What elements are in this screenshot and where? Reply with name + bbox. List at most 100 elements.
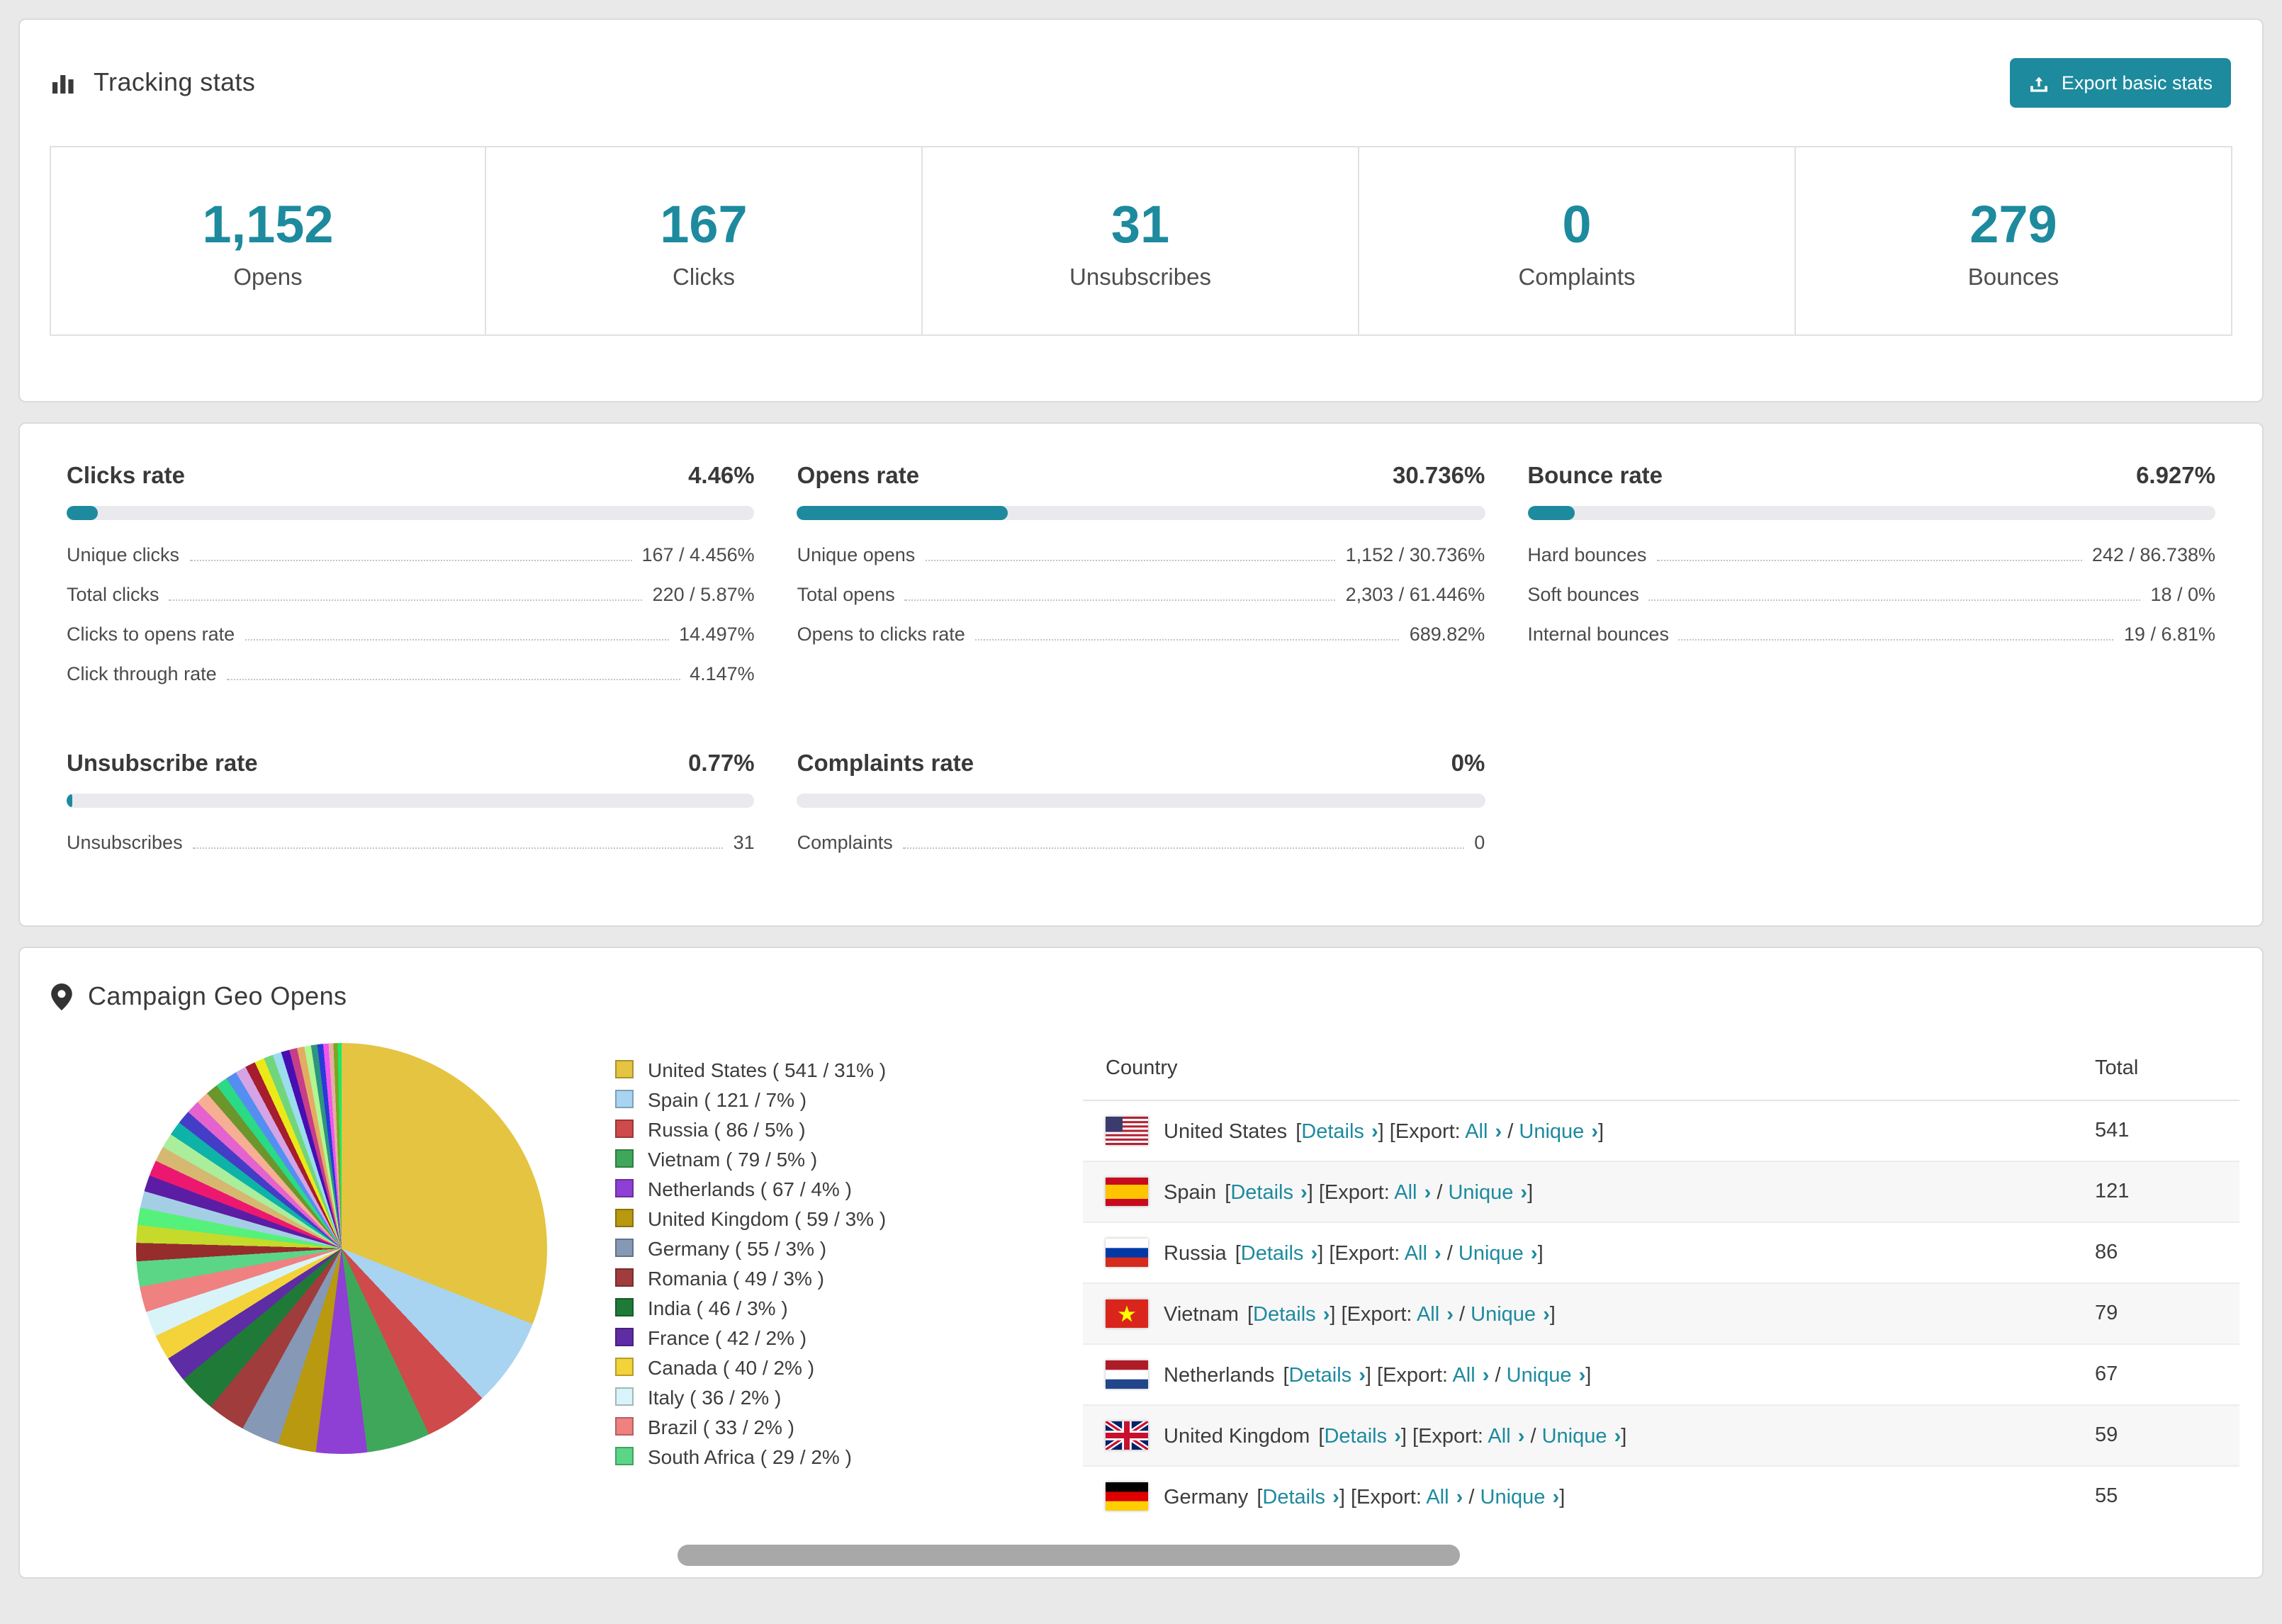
tracking-stats-header: Tracking stats Export basic stats [20, 20, 2262, 146]
flag-us-icon [1106, 1117, 1148, 1145]
legend-color-swatch [615, 1268, 634, 1287]
bracket-close: ] [1307, 1182, 1313, 1205]
progress-track [67, 794, 755, 808]
details-link[interactable]: Details › [1253, 1304, 1330, 1326]
total-cell: 59 [2072, 1405, 2239, 1467]
export-all-link-label: All [1465, 1121, 1488, 1144]
horizontal-scrollbar-thumb[interactable] [678, 1545, 1460, 1566]
map-pin-icon [51, 983, 72, 1010]
rate-panel-complaints-rate: Complaints rate 0% Complaints 0 [797, 734, 1485, 860]
details-link-label: Details [1301, 1121, 1364, 1144]
legend-item-canada: Canada ( 40 / 2% ) [615, 1352, 1083, 1382]
export-all-link[interactable]: All › [1405, 1243, 1441, 1265]
stat-row-total-opens: Total opens 2,303 / 61.446% [797, 573, 1485, 612]
legend-color-swatch [615, 1358, 634, 1376]
details-link[interactable]: Details › [1289, 1365, 1366, 1387]
rate-rows: Complaints 0 [797, 821, 1485, 860]
export-unique-link[interactable]: Unique › [1458, 1243, 1538, 1265]
geo-table: Country Total United States [Details ›] … [1083, 1037, 2239, 1513]
export-label: Export: [1383, 1365, 1448, 1387]
legend-label: Spain ( 121 / 7% ) [648, 1088, 807, 1110]
export-all-link[interactable]: All › [1417, 1304, 1454, 1326]
legend-label: South Africa ( 29 / 2% ) [648, 1445, 852, 1467]
rate-value: 6.927% [2136, 463, 2215, 489]
export-unique-link[interactable]: Unique › [1519, 1121, 1598, 1144]
dotted-leader [1678, 639, 2114, 641]
legend-color-swatch [615, 1387, 634, 1406]
export-all-link[interactable]: All › [1488, 1426, 1524, 1448]
bracket-open: [ [1247, 1304, 1253, 1326]
stat-row-label: Unique clicks [67, 544, 180, 565]
card-title-text: Campaign Geo Opens [88, 982, 347, 1010]
rate-value: 4.46% [688, 463, 755, 489]
details-link[interactable]: Details › [1241, 1243, 1317, 1265]
export-label: Export: [1324, 1182, 1390, 1205]
export-all-link[interactable]: All › [1426, 1487, 1463, 1509]
export-unique-link-label: Unique [1519, 1121, 1585, 1144]
legend-color-swatch [615, 1060, 634, 1078]
chevron-right-icon: › [1591, 1121, 1599, 1144]
legend-label: Russia ( 86 / 5% ) [648, 1117, 806, 1140]
stat-row-value: 4.147% [690, 663, 755, 684]
details-link[interactable]: Details › [1301, 1121, 1378, 1144]
stat-row-label: Opens to clicks rate [797, 624, 965, 645]
progress-fill [797, 506, 1008, 520]
chevron-right-icon: › [1520, 1182, 1528, 1205]
chevron-right-icon: › [1434, 1243, 1441, 1265]
dotted-leader [1648, 599, 2141, 601]
legend-label: Romania ( 49 / 3% ) [648, 1266, 824, 1289]
chevron-right-icon: › [1310, 1243, 1318, 1265]
bracket-close: ] [1330, 1304, 1336, 1326]
total-cell: 541 [2072, 1100, 2239, 1162]
export-basic-stats-button[interactable]: Export basic stats [2010, 58, 2231, 108]
details-link[interactable]: Details › [1324, 1426, 1400, 1448]
legend-label: Netherlands ( 67 / 4% ) [648, 1177, 852, 1200]
export-all-link-label: All [1404, 1243, 1427, 1265]
rate-title: Bounce rate [1527, 463, 1663, 489]
export-all-link-label: All [1452, 1365, 1476, 1387]
export-all-link[interactable]: All › [1465, 1121, 1502, 1144]
legend-label: France ( 42 / 2% ) [648, 1326, 807, 1348]
geo-table-row-spain: Spain [Details ›] [Export: All › / Uniqu… [1083, 1161, 2239, 1223]
page: Tracking stats Export basic stats 1,152 O… [0, 0, 2282, 1624]
geo-title: Campaign Geo Opens [51, 982, 347, 1012]
country-name: Spain [1164, 1182, 1217, 1205]
legend-item-vietnam: Vietnam ( 79 / 5% ) [615, 1144, 1083, 1173]
progress-track [797, 506, 1485, 520]
bracket-close: ] [1621, 1426, 1627, 1448]
bracket-open: [ [1350, 1487, 1356, 1509]
export-unique-link[interactable]: Unique › [1448, 1182, 1527, 1205]
details-link[interactable]: Details › [1262, 1487, 1339, 1509]
dotted-leader [192, 847, 724, 849]
bracket-close: ] [1339, 1487, 1345, 1509]
bracket-open: [ [1329, 1243, 1335, 1265]
export-label: Export: [1356, 1487, 1422, 1509]
export-all-link[interactable]: All › [1394, 1182, 1431, 1205]
details-link[interactable]: Details › [1230, 1182, 1307, 1205]
stat-row-value: 220 / 5.87% [652, 584, 755, 605]
geo-table-row-united-kingdom: United Kingdom [Details ›] [Export: All … [1083, 1405, 2239, 1467]
export-unique-link[interactable]: Unique › [1471, 1304, 1550, 1326]
stat-row-label: Internal bounces [1527, 624, 1669, 645]
geo-pie [136, 1043, 547, 1454]
total-cell: 121 [2072, 1161, 2239, 1223]
details-link-label: Details [1288, 1365, 1352, 1387]
rate-rows: Hard bounces 242 / 86.738% Soft bounces 18 … [1527, 533, 2215, 652]
export-unique-link[interactable]: Unique › [1480, 1487, 1560, 1509]
total-cell: 67 [2072, 1344, 2239, 1406]
chevron-right-icon: › [1495, 1121, 1502, 1144]
stat-box-complaints: 0 Complaints [1358, 146, 1796, 336]
stat-row-soft-bounces: Soft bounces 18 / 0% [1527, 573, 2215, 612]
bracket-close: ] [1365, 1365, 1371, 1387]
country-cell: Netherlands [Details ›] [Export: All › /… [1083, 1344, 2072, 1406]
stat-label: Clicks [673, 265, 735, 291]
chevron-right-icon: › [1456, 1487, 1463, 1509]
legend-item-russia: Russia ( 86 / 5% ) [615, 1114, 1083, 1144]
export-unique-link[interactable]: Unique › [1542, 1426, 1621, 1448]
legend-color-swatch [615, 1447, 634, 1465]
details-link-label: Details [1262, 1487, 1326, 1509]
export-unique-link[interactable]: Unique › [1507, 1365, 1586, 1387]
export-all-link[interactable]: All › [1452, 1365, 1489, 1387]
dotted-leader [974, 639, 1400, 641]
bar-chart-icon [51, 69, 78, 96]
